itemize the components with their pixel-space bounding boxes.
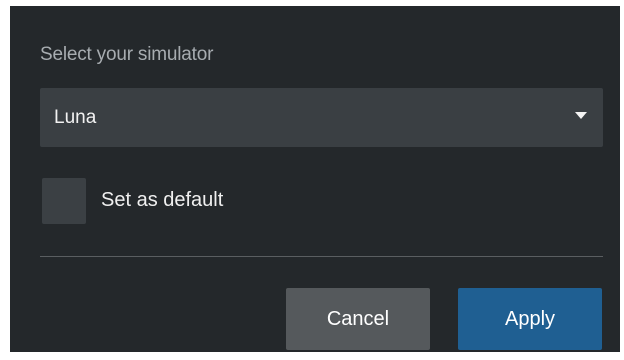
divider xyxy=(40,256,603,257)
set-default-label[interactable]: Set as default xyxy=(101,189,223,212)
simulator-select[interactable]: Luna xyxy=(40,88,603,147)
simulator-dialog: Select your simulator Luna Set as defaul… xyxy=(10,6,620,352)
caret-down-icon xyxy=(575,112,587,119)
set-default-checkbox[interactable] xyxy=(42,178,86,224)
apply-button[interactable]: Apply xyxy=(458,288,602,350)
select-simulator-prompt: Select your simulator xyxy=(40,44,214,65)
simulator-select-value: Luna xyxy=(54,107,97,128)
cancel-button[interactable]: Cancel xyxy=(286,288,430,350)
